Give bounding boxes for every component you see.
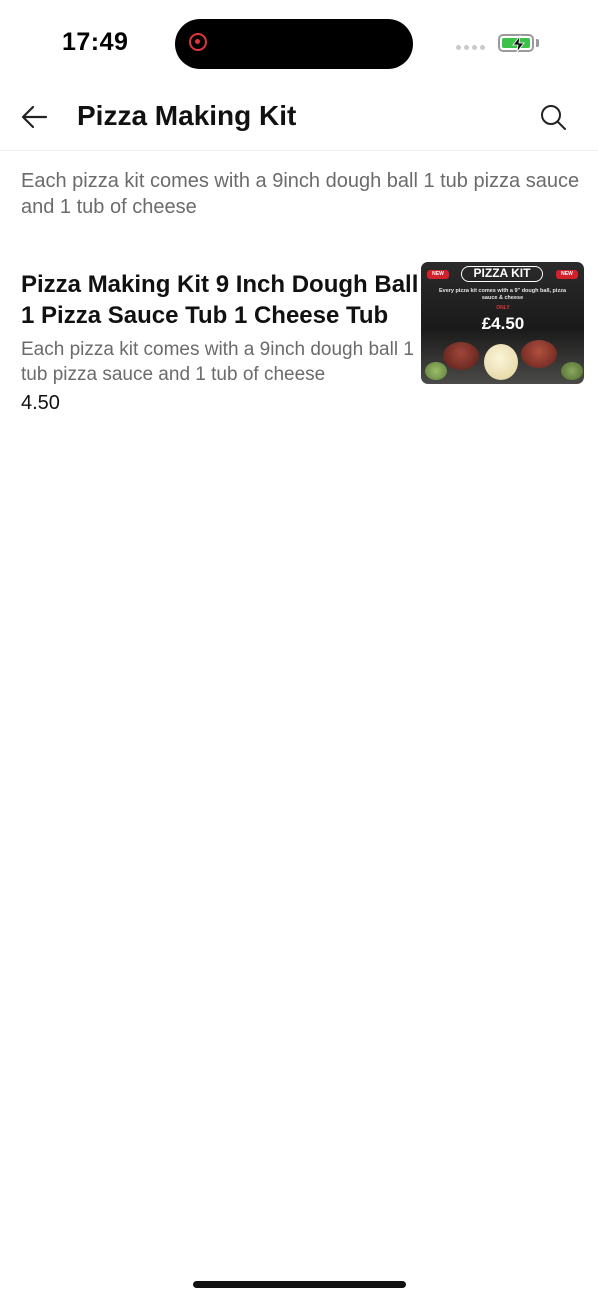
image-vegetables xyxy=(425,362,447,380)
arrow-left-icon xyxy=(21,105,48,129)
search-icon xyxy=(541,105,566,130)
home-indicator[interactable] xyxy=(193,1281,406,1288)
image-cheese-tub xyxy=(521,340,557,368)
image-vegetables-right xyxy=(561,362,583,380)
image-subtitle: Every pizza kit comes with a 9" dough ba… xyxy=(439,288,566,301)
screen-recording-icon xyxy=(189,33,207,51)
image-dough-ball xyxy=(484,344,518,380)
app-header: Pizza Making Kit xyxy=(0,90,598,151)
back-button[interactable] xyxy=(16,100,52,136)
battery-cap xyxy=(536,39,539,47)
image-sauce-tub xyxy=(443,342,479,370)
cellular-signal-icon xyxy=(456,45,485,50)
status-time: 17:49 xyxy=(62,28,129,56)
product-price: 4.50 xyxy=(21,392,60,414)
search-button[interactable] xyxy=(536,100,570,134)
image-new-badge-left: NEW xyxy=(427,270,449,279)
status-bar: 17:49 xyxy=(0,0,598,90)
product-image[interactable]: NEW NEW PIZZA KIT Every pizza kit comes … xyxy=(421,262,584,384)
product-name: Pizza Making Kit 9 Inch Dough Ball 1 Piz… xyxy=(21,271,419,329)
image-price: £4.50 xyxy=(481,314,525,333)
product-description: Each pizza kit comes with a 9inch dough … xyxy=(21,339,414,385)
dynamic-island xyxy=(175,19,413,69)
image-title: PIZZA KIT xyxy=(461,266,543,282)
charging-bolt-icon xyxy=(512,35,525,53)
page-title: Pizza Making Kit xyxy=(77,100,297,131)
battery-charging-icon xyxy=(498,34,534,53)
image-only-label: ONLY xyxy=(496,305,510,311)
product-item[interactable]: Pizza Making Kit 9 Inch Dough Ball 1 Piz… xyxy=(0,260,598,430)
image-new-badge-right: NEW xyxy=(556,270,578,279)
category-description: Each pizza kit comes with a 9inch dough … xyxy=(21,170,580,218)
